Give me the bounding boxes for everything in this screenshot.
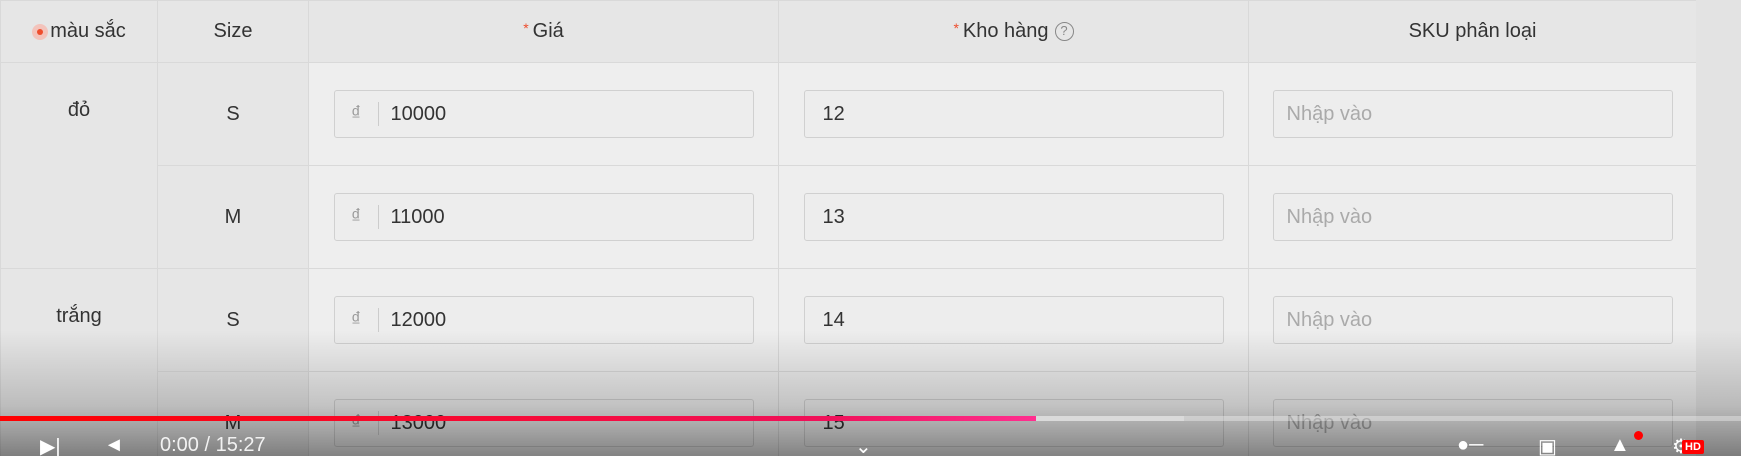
header-sku: SKU phân loại xyxy=(1248,0,1697,63)
required-dot-icon xyxy=(32,23,49,40)
notification-dot xyxy=(1634,431,1643,440)
next-icon[interactable]: ▶| xyxy=(40,434,61,456)
header-stock: * Kho hàng? xyxy=(778,0,1249,63)
sku-input[interactable]: Nhập vào xyxy=(1272,90,1673,138)
color-cell: trắng xyxy=(0,268,158,456)
progress-played xyxy=(0,416,1036,421)
header-color-label: màu sắc xyxy=(50,20,126,42)
price-cell: ₫ 11000 xyxy=(308,165,779,269)
autoplay-toggle-icon[interactable]: ●─ xyxy=(1457,434,1483,456)
price-value: 10000 xyxy=(390,102,447,125)
currency-symbol: ₫ xyxy=(335,102,379,126)
subtitles-icon[interactable]: ▣ xyxy=(1538,434,1557,456)
currency-symbol: ₫ xyxy=(335,308,379,332)
table-row: trắng S ₫ 12000 14 Nhập vào xyxy=(0,268,1697,456)
sku-input[interactable]: Nhập vào xyxy=(1272,193,1673,241)
currency-symbol: ₫ xyxy=(335,205,379,229)
stock-input[interactable]: 13 xyxy=(803,193,1224,241)
table-header-row: màu sắc Size * Giá * Kho hàng? SKU phân lo… xyxy=(0,0,1697,63)
header-price: * Giá xyxy=(308,0,779,63)
volume-icon[interactable]: ◄ xyxy=(104,434,124,456)
header-size: Size xyxy=(157,0,309,63)
price-value: 12000 xyxy=(390,308,447,331)
chevron-down-icon[interactable]: ⌄ xyxy=(855,434,872,456)
settings-icon[interactable]: ▲ xyxy=(1610,434,1630,456)
required-asterisk: * xyxy=(953,20,959,36)
hd-badge: HD xyxy=(1682,440,1704,454)
price-input[interactable]: ₫ 10000 xyxy=(333,90,754,138)
right-edge-strip xyxy=(1696,0,1741,456)
table-row: đỏ S ₫ 10000 12 Nhập vào xyxy=(0,62,1697,269)
required-asterisk: * xyxy=(523,20,529,36)
table-row: M ₫ 11000 13 Nhập vào xyxy=(1,165,1697,269)
help-icon[interactable]: ? xyxy=(1054,22,1074,42)
size-cell: S xyxy=(157,62,309,166)
price-input[interactable]: ₫ 11000 xyxy=(333,193,754,241)
time-display: 0:00 / 15:27 xyxy=(160,434,266,456)
price-input[interactable]: ₫ 12000 xyxy=(333,296,754,344)
stock-cell: 14 xyxy=(778,268,1249,372)
stock-input[interactable]: 14 xyxy=(803,296,1224,344)
sku-input[interactable]: Nhập vào xyxy=(1272,296,1673,344)
price-cell: ₫ 12000 xyxy=(308,268,779,372)
size-cell: S xyxy=(157,268,309,372)
stock-cell: 13 xyxy=(778,165,1249,269)
color-cell: đỏ xyxy=(0,62,158,269)
sku-cell: Nhập vào xyxy=(1248,62,1697,166)
stock-input[interactable]: 12 xyxy=(803,90,1224,138)
header-color: màu sắc xyxy=(0,0,158,63)
price-value: 11000 xyxy=(390,205,445,228)
variant-table: màu sắc Size * Giá * Kho hàng? SKU phân lo… xyxy=(0,0,1697,456)
video-frame: màu sắc Size * Giá * Kho hàng? SKU phân lo… xyxy=(0,0,1741,456)
sku-cell: Nhập vào xyxy=(1248,165,1697,269)
sku-cell: Nhập vào xyxy=(1248,268,1697,372)
size-cell: M xyxy=(157,165,309,269)
stock-cell: 12 xyxy=(778,62,1249,166)
price-cell: ₫ 10000 xyxy=(308,62,779,166)
player-controls: ▶| ◄ 0:00 / 15:27 ⌄ ●─ ▣ ▲ ⚙ xyxy=(0,432,1741,456)
header-stock-label: Kho hàng xyxy=(962,20,1049,42)
header-price-label: Giá xyxy=(532,20,564,42)
